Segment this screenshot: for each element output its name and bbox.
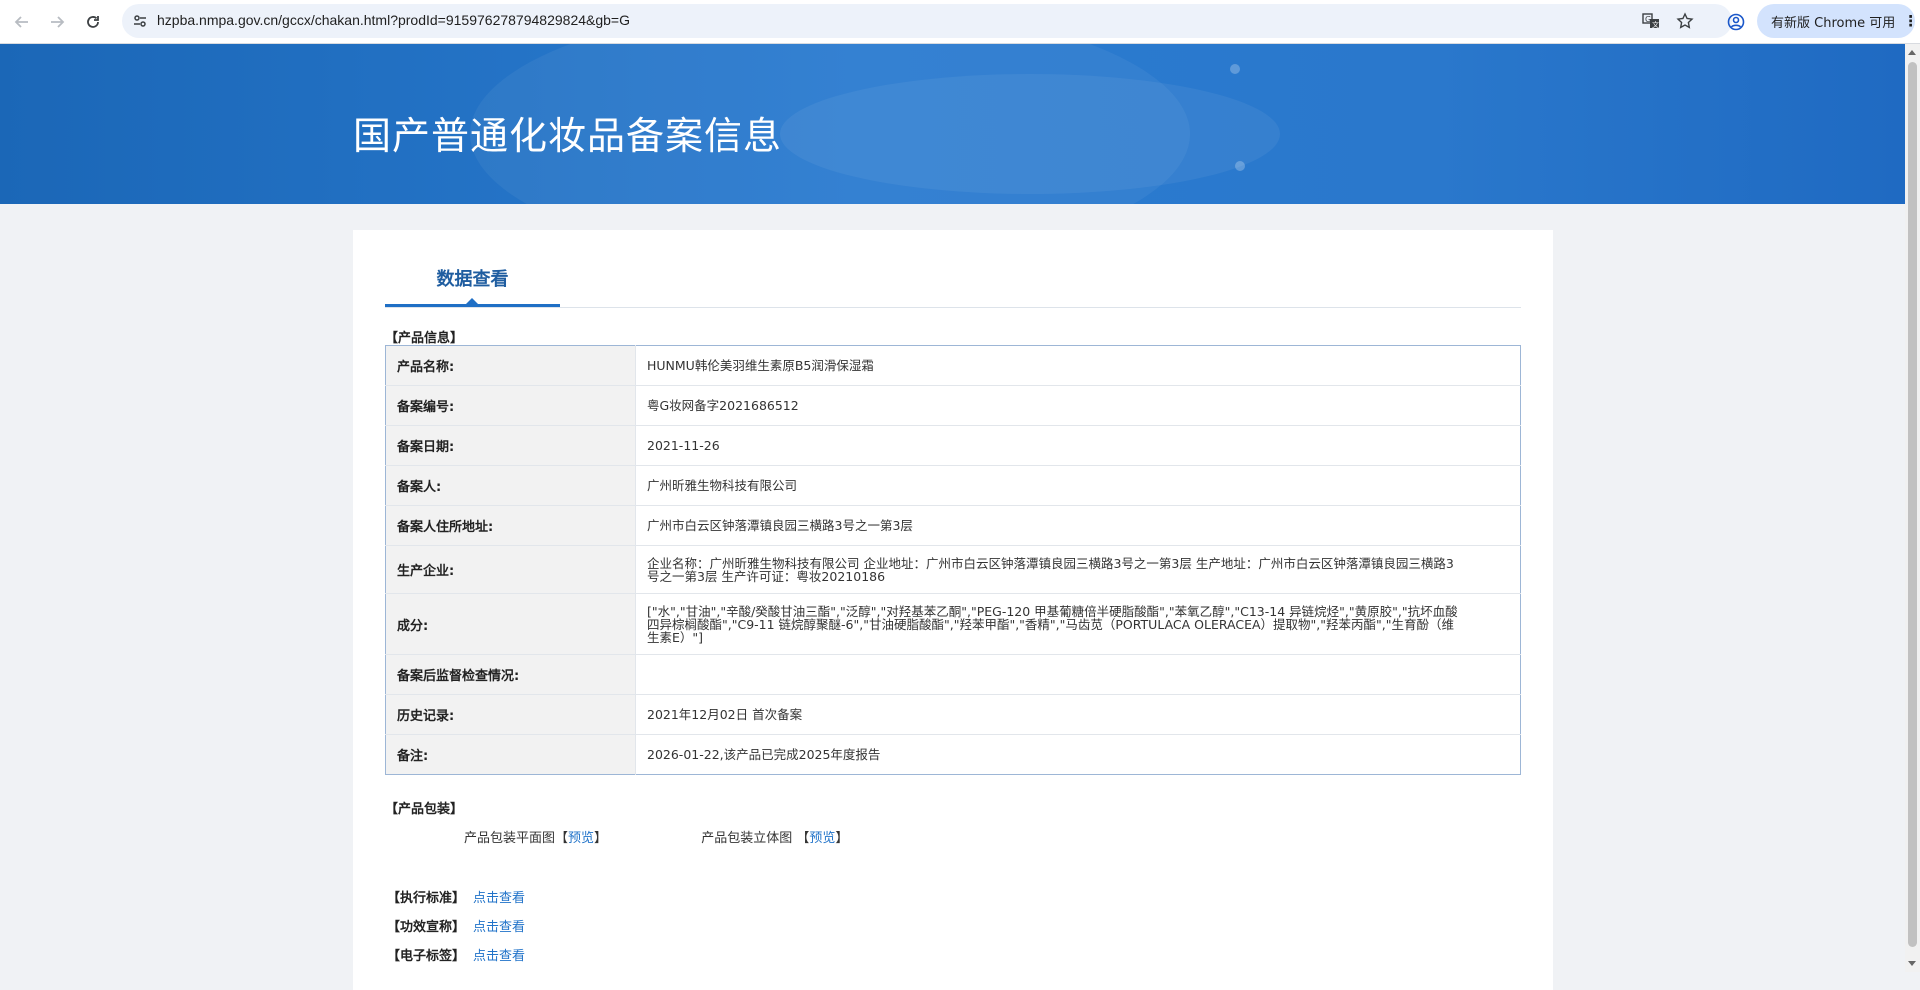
row-value: 广州昕雅生物科技有限公司 [635, 465, 1521, 506]
table-row: 成分: ["水","甘油","辛酸/癸酸甘油三酯","泛醇","对羟基苯乙酮",… [385, 593, 1521, 655]
row-value: 2021年12月02日 首次备案 [635, 694, 1521, 735]
table-row: 历史记录: 2021年12月02日 首次备案 [385, 694, 1521, 735]
banner-decoration [1235, 161, 1245, 171]
row-key: 备案人住所地址: [385, 505, 636, 546]
preview-solid-link[interactable]: 预览 [809, 831, 835, 846]
table-row: 备案人: 广州昕雅生物科技有限公司 [385, 465, 1521, 506]
scroll-thumb[interactable] [1908, 62, 1917, 947]
page-banner: 国产普通化妆品备案信息 [0, 44, 1905, 204]
page-scrollbar[interactable] [1905, 44, 1920, 972]
row-key: 成分: [385, 593, 636, 655]
scroll-up-icon[interactable] [1908, 50, 1916, 55]
row-value: 粤G妆网备字2021686512 [635, 385, 1521, 426]
chrome-update-button[interactable]: 有新版 Chrome 可用 ⋮ [1757, 4, 1918, 38]
efficacy-row: 【功效宣称】 点击查看 [387, 916, 525, 935]
reload-icon[interactable] [80, 9, 106, 35]
packaging-flat-item: 产品包装平面图【预览】 [464, 827, 607, 846]
url-text[interactable]: hzpba.nmpa.gov.cn/gccx/chakan.html?prodI… [157, 12, 630, 28]
row-key: 备案后监督检查情况: [385, 654, 636, 695]
svg-text:文: 文 [1652, 20, 1659, 29]
packaging-solid-label: 产品包装立体图 [701, 831, 793, 846]
more-vertical-icon[interactable]: ⋮ [1903, 12, 1918, 30]
bracket: 【 [796, 831, 810, 846]
row-key: 备案日期: [385, 425, 636, 466]
row-key: 生产企业: [385, 545, 636, 594]
row-value: 企业名称：广州昕雅生物科技有限公司 企业地址：广州市白云区钟落潭镇良园三横路3号… [635, 545, 1521, 594]
banner-decoration [1230, 64, 1240, 74]
packaging-flat-label: 产品包装平面图 [464, 831, 556, 846]
arrow-left-icon[interactable] [9, 9, 35, 35]
efficacy-view-link[interactable]: 点击查看 [473, 920, 525, 935]
translate-icon[interactable]: G文 [1641, 11, 1661, 31]
bracket: 【 [555, 831, 569, 846]
standard-row: 【执行标准】 点击查看 [387, 887, 525, 906]
standard-label: 【执行标准】 [387, 891, 466, 906]
scroll-down-icon[interactable] [1908, 961, 1916, 966]
e-label-label: 【电子标签】 [387, 949, 466, 964]
content-card: 数据查看 【产品信息】 产品名称: HUNMU韩伦美羽维生素原B5润滑保湿霜 备… [353, 230, 1553, 990]
product-info-table: 产品名称: HUNMU韩伦美羽维生素原B5润滑保湿霜 备案编号: 粤G妆网备字2… [385, 345, 1521, 775]
row-key: 备案人: [385, 465, 636, 506]
tab-caret-icon [466, 298, 478, 304]
table-row: 备案人住所地址: 广州市白云区钟落潭镇良园三横路3号之一第3层 [385, 505, 1521, 546]
table-row: 备案编号: 粤G妆网备字2021686512 [385, 385, 1521, 426]
table-row: 备注: 2026-01-22,该产品已完成2025年度报告 [385, 734, 1521, 775]
row-key: 产品名称: [385, 345, 636, 386]
efficacy-label: 【功效宣称】 [387, 920, 466, 935]
table-row: 备案日期: 2021-11-26 [385, 425, 1521, 466]
arrow-right-icon[interactable] [44, 9, 70, 35]
row-value: 广州市白云区钟落潭镇良园三横路3号之一第3层 [635, 505, 1521, 546]
row-value: HUNMU韩伦美羽维生素原B5润滑保湿霜 [647, 358, 874, 373]
bracket: 】 [835, 831, 849, 846]
packaging-row: 产品包装平面图【预览】 产品包装立体图 【预览】 [464, 827, 938, 846]
profile-icon[interactable] [1723, 9, 1749, 35]
product-info-heading: 【产品信息】 [385, 331, 464, 346]
row-value: ["水","甘油","辛酸/癸酸甘油三酯","泛醇","对羟基苯乙酮","PEG… [635, 593, 1521, 655]
page-title: 国产普通化妆品备案信息 [353, 114, 783, 158]
address-bar[interactable]: hzpba.nmpa.gov.cn/gccx/chakan.html?prodI… [122, 4, 1732, 38]
standard-view-link[interactable]: 点击查看 [473, 891, 525, 906]
row-value: 2021-11-26 [635, 425, 1521, 466]
browser-toolbar: hzpba.nmpa.gov.cn/gccx/chakan.html?prodI… [0, 0, 1920, 44]
packaging-heading: 【产品包装】 [385, 802, 464, 817]
update-label: 有新版 Chrome 可用 [1771, 15, 1896, 31]
row-key: 备案编号: [385, 385, 636, 426]
table-row: 备案后监督检查情况: [385, 654, 1521, 695]
site-settings-icon[interactable] [130, 11, 150, 31]
banner-decoration [780, 74, 1280, 194]
row-value: 2026-01-22,该产品已完成2025年度报告 [635, 734, 1521, 775]
table-row: 生产企业: 企业名称：广州昕雅生物科技有限公司 企业地址：广州市白云区钟落潭镇良… [385, 545, 1521, 594]
packaging-solid-item: 产品包装立体图 【预览】 [701, 827, 848, 846]
e-label-view-link[interactable]: 点击查看 [473, 949, 525, 964]
row-key: 备注: [385, 734, 636, 775]
preview-flat-link[interactable]: 预览 [568, 831, 594, 846]
table-row: 产品名称: HUNMU韩伦美羽维生素原B5润滑保湿霜 [385, 345, 1521, 386]
star-icon[interactable] [1675, 11, 1695, 31]
bracket: 】 [594, 831, 608, 846]
tab-bar: 数据查看 [385, 262, 1521, 308]
row-key: 历史记录: [385, 694, 636, 735]
row-value [635, 654, 1521, 695]
e-label-row: 【电子标签】 点击查看 [387, 945, 525, 964]
